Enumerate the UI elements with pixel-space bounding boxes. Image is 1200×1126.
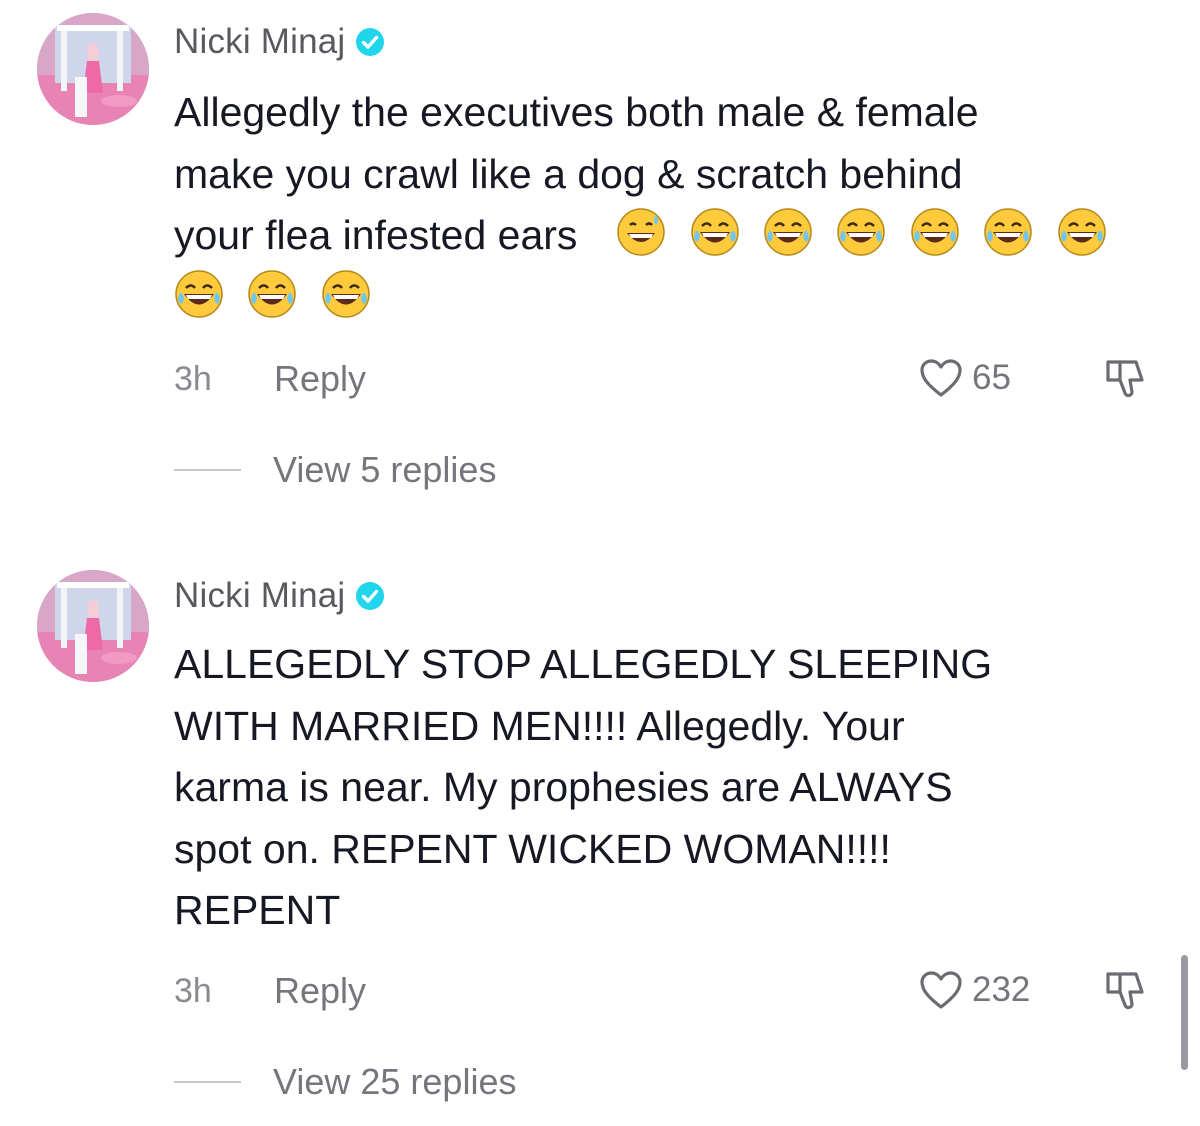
verified-check-icon (356, 28, 385, 56)
like-count: 65 (972, 358, 1011, 397)
scrollbar[interactable] (1181, 955, 1188, 1070)
username[interactable]: Nicki Minaj (174, 576, 345, 616)
emoji-line (174, 267, 1164, 329)
tears-of-joy-emoji (175, 269, 223, 318)
tears-of-joy-emoji (690, 208, 739, 256)
comment-time: 3h (174, 360, 212, 398)
comment-line: Allegedly the executives both male & fem… (174, 89, 979, 135)
thumbs-down-icon[interactable] (1100, 966, 1150, 1016)
tears-of-joy-emoji (1057, 208, 1106, 256)
like-count: 232 (972, 970, 1031, 1009)
comment-line: REPENT (174, 887, 341, 933)
comment-line: ALLEGEDLY STOP ALLEGEDLY SLEEPING (174, 641, 993, 687)
view-replies-label: View 25 replies (273, 1061, 517, 1102)
comment-time: 3h (174, 972, 212, 1010)
comment-line: spot on. REPENT WICKED WOMAN!!!! (174, 825, 891, 872)
view-replies-button[interactable]: View 5 replies (174, 449, 496, 491)
like-button[interactable]: 65 (918, 357, 1011, 399)
comment-text: Allegedly the executives both male & fem… (174, 82, 1164, 328)
comment-line: your flea infested ears (174, 205, 1164, 267)
like-button[interactable]: 232 (918, 969, 1030, 1011)
username[interactable]: Nicki Minaj (174, 22, 345, 62)
username-row: Nicki Minaj (174, 576, 385, 616)
comment-text: ALLEGEDLY STOP ALLEGEDLY SLEEPING WITH M… (174, 634, 1164, 942)
avatar-image (37, 570, 149, 682)
view-replies-label: View 5 replies (273, 449, 497, 490)
tears-of-joy-emoji (248, 269, 297, 318)
replies-divider (174, 469, 241, 471)
comment-line: make you crawl like a dog & scratch behi… (174, 150, 963, 197)
tears-of-joy-emoji (984, 208, 1032, 256)
comment-line: WITH MARRIED MEN!!!! Allegedly. Your (174, 702, 905, 749)
comment-line-text: your flea infested ears (174, 212, 578, 258)
heart-outline-icon[interactable] (918, 357, 964, 399)
avatar[interactable] (37, 13, 149, 125)
view-replies-button[interactable]: View 25 replies (174, 1061, 516, 1103)
heart-outline-icon[interactable] (918, 969, 964, 1011)
tears-of-joy-emoji (837, 208, 886, 256)
reply-button[interactable]: Reply (274, 358, 366, 400)
tears-of-joy-emoji (764, 208, 812, 256)
reply-button[interactable]: Reply (274, 970, 366, 1012)
verified-check-icon (356, 582, 385, 610)
comment-line: karma is near. My prophesies are ALWAYS (174, 764, 953, 810)
tears-of-joy-emoji (911, 208, 959, 256)
grinning-sweat-emoji (617, 208, 665, 256)
tears-of-joy-emoji (322, 269, 370, 318)
avatar-image (37, 13, 149, 125)
username-row: Nicki Minaj (174, 22, 385, 62)
thumbs-down-icon[interactable] (1100, 354, 1150, 404)
avatar[interactable] (37, 570, 149, 682)
replies-divider (174, 1081, 241, 1083)
